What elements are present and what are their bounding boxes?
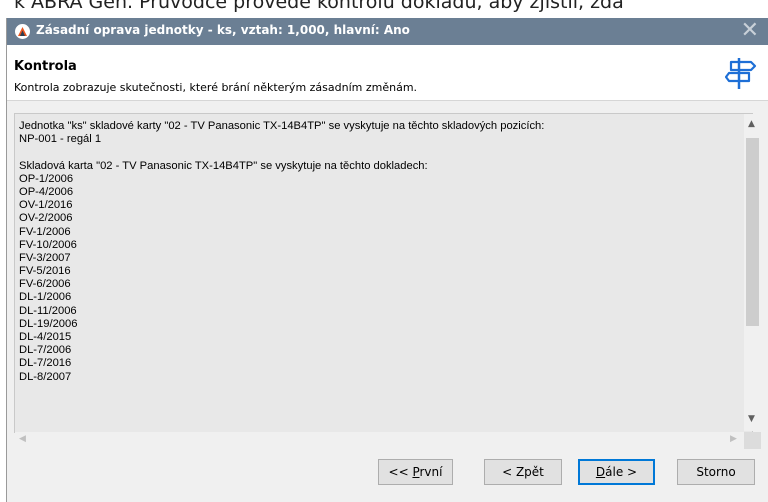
page-title: Kontrola — [14, 59, 77, 74]
result-line — [19, 146, 544, 159]
title-bar: Zásadní oprava jednotky - ks, vztah: 1,0… — [7, 18, 768, 45]
results-text: Jednotka "ks" skladové karty "02 - TV Pa… — [19, 120, 544, 384]
wizard-dialog: Zásadní oprava jednotky - ks, vztah: 1,0… — [6, 18, 768, 502]
next-button[interactable]: Dále > — [578, 459, 655, 485]
result-line: OP-1/2006 — [19, 172, 74, 185]
vertical-scrollbar[interactable]: ▲ ▼ — [744, 114, 761, 431]
result-line: FV-10/2006 — [19, 238, 77, 251]
result-line: FV-1/2006 — [19, 225, 71, 238]
background-document-text: k ABRA Gen. Průvodce provede kontrolu do… — [14, 0, 624, 13]
result-line: OP-4/2006 — [19, 185, 74, 198]
window-title: Zásadní oprava jednotky - ks, vztah: 1,0… — [36, 23, 410, 37]
scrollbar-corner — [744, 432, 761, 449]
result-line: FV-5/2016 — [19, 265, 71, 278]
signpost-icon — [724, 55, 757, 95]
cancel-button[interactable]: Storno — [677, 459, 755, 485]
horizontal-scrollbar[interactable]: ◀ ▶ — [15, 432, 744, 449]
result-line: DL-4/2015 — [19, 331, 72, 343]
back-button-label: < Zpět — [502, 465, 544, 479]
result-line: DL-11/2006 — [19, 304, 77, 317]
abra-logo-icon — [15, 24, 30, 39]
result-line: NP-001 - regál 1 — [19, 133, 102, 146]
result-line: DL-1/2006 — [19, 291, 72, 304]
result-line: FV-3/2007 — [19, 251, 71, 264]
first-button-rest: rvní — [419, 465, 443, 479]
close-icon[interactable]: ✕ — [741, 19, 759, 43]
scroll-up-icon[interactable]: ▲ — [748, 119, 755, 129]
vertical-scroll-thumb[interactable] — [746, 138, 759, 326]
scroll-right-icon[interactable]: ▶ — [730, 434, 737, 444]
first-button[interactable]: << První — [378, 459, 453, 485]
first-button-prefix: << — [388, 465, 413, 479]
cancel-button-label: Storno — [696, 465, 736, 479]
result-line: DL-7/2006 — [19, 344, 72, 357]
scroll-down-icon[interactable]: ▼ — [748, 414, 755, 424]
next-button-accel: D — [595, 465, 606, 479]
wizard-header: Kontrola Kontrola zobrazuje skutečnosti,… — [7, 45, 768, 101]
next-button-rest: ále > — [605, 465, 638, 479]
result-line: DL-7/2016 — [19, 357, 72, 370]
page-subtitle: Kontrola zobrazuje skutečnosti, které br… — [14, 81, 418, 94]
check-results-textarea[interactable]: Jednotka "ks" skladové karty "02 - TV Pa… — [14, 113, 753, 433]
result-line: OV-2/2006 — [19, 212, 73, 225]
result-line: Skladová karta "02 - TV Panasonic TX-14B… — [19, 159, 428, 172]
result-line: Jednotka "ks" skladové karty "02 - TV Pa… — [19, 120, 545, 132]
scroll-left-icon[interactable]: ◀ — [19, 434, 26, 444]
result-line: DL-8/2007 — [19, 370, 72, 383]
result-line: FV-6/2006 — [19, 278, 71, 291]
result-line: OV-1/2016 — [19, 199, 73, 212]
back-button[interactable]: < Zpět — [484, 459, 562, 485]
result-line: DL-19/2006 — [19, 317, 78, 330]
